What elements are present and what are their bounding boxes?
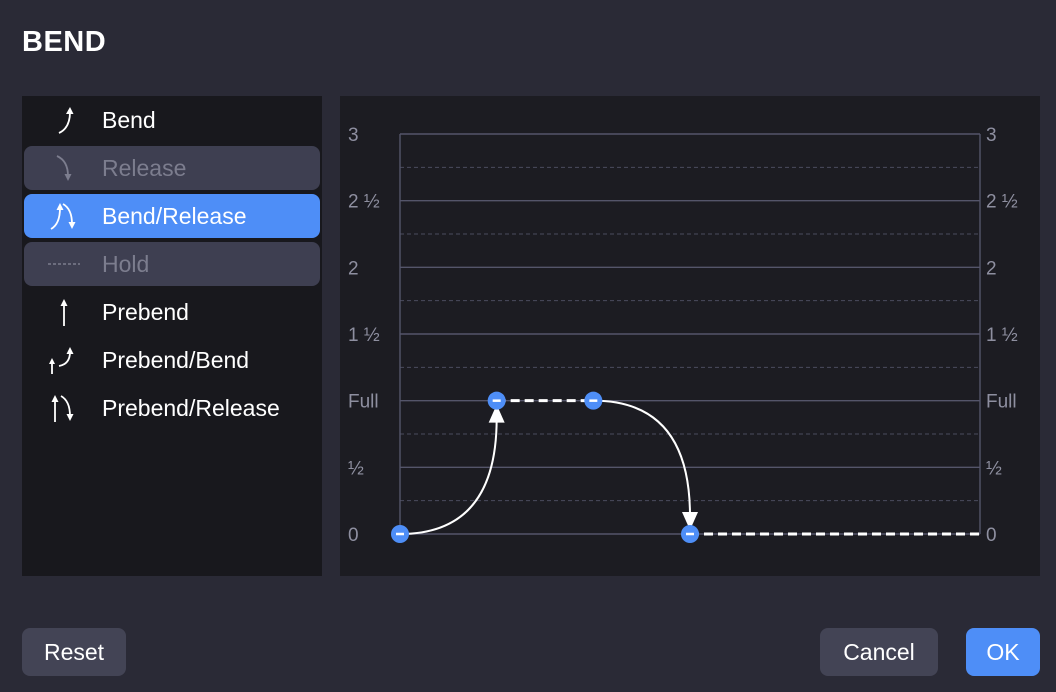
ok-button[interactable]: OK — [966, 628, 1040, 676]
y-axis-label-right: 2 — [986, 258, 997, 279]
bend-graph-canvas[interactable]: 3 3 2 ½ 2 ½ 2 2 1 ½ 1 ½ Full Full ½ ½ 0 0 — [340, 96, 1040, 576]
bend-type-label: Bend/Release — [102, 203, 247, 229]
bend-type-prebend-bend[interactable]: Prebend/Bend — [24, 338, 320, 382]
bend-type-label: Prebend — [102, 299, 189, 325]
y-axis-label-right: ½ — [986, 458, 1002, 479]
bend-type-hold[interactable]: Hold — [24, 242, 320, 286]
y-axis-label-right: 1 ½ — [986, 325, 1018, 346]
reset-button[interactable]: Reset — [22, 628, 126, 676]
y-axis-label-left: ½ — [348, 458, 364, 479]
bend-curve — [399, 418, 498, 535]
bend-type-release[interactable]: Release — [24, 146, 320, 190]
bend-graph[interactable]: 3 3 2 ½ 2 ½ 2 2 1 ½ 1 ½ Full Full ½ ½ 0 0 — [340, 96, 1040, 576]
prebend-bend-icon — [49, 347, 74, 374]
bend-type-label: Prebend/Bend — [102, 347, 250, 373]
bend-type-label: Hold — [102, 251, 150, 277]
y-axis-label-left: Full — [348, 392, 379, 413]
y-axis-label-left: 1 ½ — [348, 325, 380, 346]
y-axis-label-right: 3 — [986, 125, 997, 146]
prebend-release-icon — [51, 395, 74, 422]
bend-type-label: Bend — [102, 107, 156, 133]
y-axis-label-left: 0 — [348, 525, 359, 546]
prebend-icon — [60, 299, 68, 326]
hold-icon — [48, 263, 80, 265]
bend-type-label: Prebend/Release — [102, 395, 280, 421]
y-axis-label-left: 3 — [348, 125, 359, 146]
bend-type-prebend-release[interactable]: Prebend/Release — [24, 386, 320, 430]
bend-type-bend-release[interactable]: Bend/Release — [24, 194, 320, 238]
y-axis-label-left: 2 — [348, 258, 359, 279]
y-axis-label-right: 0 — [986, 525, 997, 546]
y-axis-label-right: 2 ½ — [986, 192, 1018, 213]
bend-release-icon — [50, 203, 76, 230]
bend-type-prebend[interactable]: Prebend — [24, 290, 320, 334]
cancel-button[interactable]: Cancel — [820, 628, 938, 676]
y-axis-label-right: Full — [986, 392, 1017, 413]
bend-type-label: Release — [102, 155, 187, 181]
release-curve — [593, 399, 691, 517]
bend-type-bend[interactable]: Bend — [24, 98, 320, 142]
y-axis-label-left: 2 ½ — [348, 192, 380, 213]
dialog-title: BEND — [22, 26, 107, 58]
bend-type-list: Bend Release Bend/Release Hold Prebend P… — [22, 96, 322, 576]
bend-icon — [58, 107, 74, 134]
release-icon — [56, 155, 72, 181]
